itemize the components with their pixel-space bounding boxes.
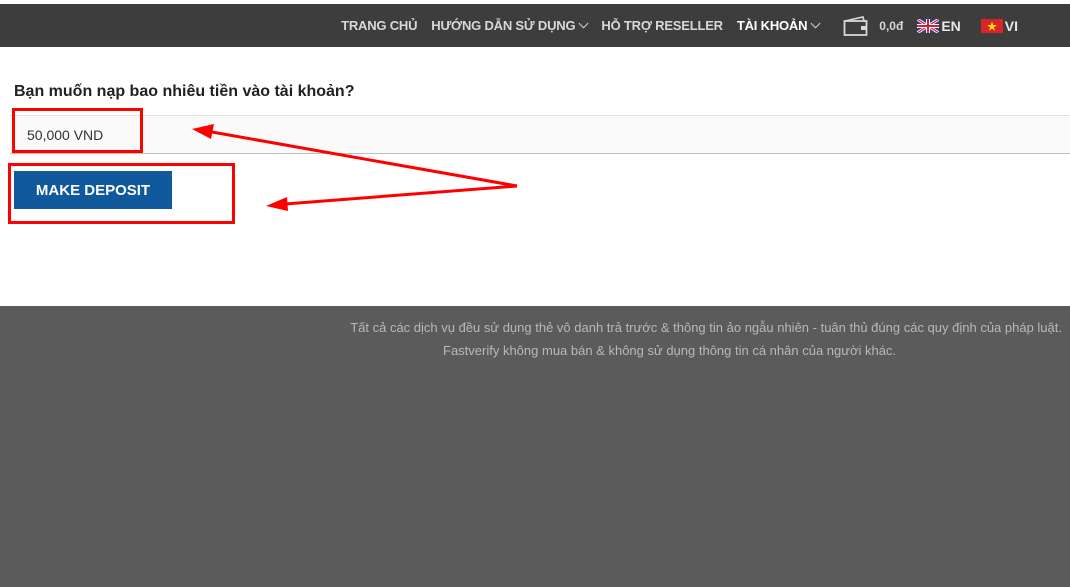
footer-disclaimer: Tất cả các dịch vụ đều sử dụng thẻ vô da…	[350, 320, 1062, 335]
annotation-arrowhead	[266, 197, 288, 211]
footer-privacy-note: Fastverify không mua bán & không sử dụng…	[443, 343, 897, 358]
annotation-arrow-line	[211, 130, 518, 188]
annotation-arrowhead	[192, 124, 214, 139]
annotation-arrow-line	[284, 184, 518, 206]
footer: Tất cả các dịch vụ đều sử dụng thẻ vô da…	[0, 306, 1070, 587]
